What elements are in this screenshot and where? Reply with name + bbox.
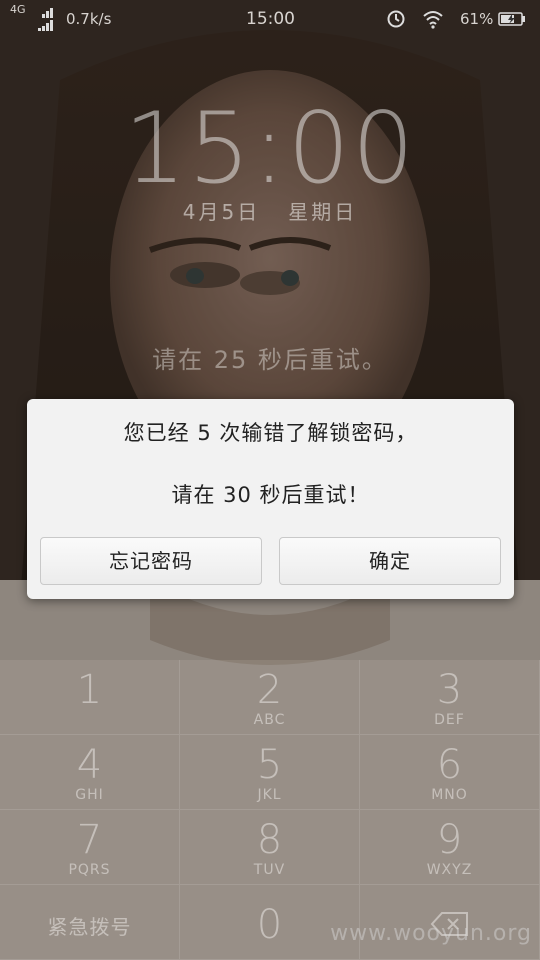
date-text: 4月5日: [182, 200, 261, 224]
dialog-message-line2: 请在 30 秒后重试！: [171, 483, 370, 507]
key-3[interactable]: 3 DEF: [360, 660, 540, 735]
key-9[interactable]: 9 WXYZ: [360, 810, 540, 885]
key-8[interactable]: 8 TUV: [180, 810, 360, 885]
key-1[interactable]: 1: [0, 660, 180, 735]
forgot-password-button[interactable]: 忘记密码: [40, 537, 262, 585]
status-bar: 4G ✆ 0.7k/s 15:00 61%: [0, 0, 540, 38]
network-speed: 0.7k/s: [66, 10, 112, 28]
pin-keypad: 1 2 ABC 3 DEF 4 GHI 5 JKL 6 MNO 7 PQRS 8 TUV 9W…: [0, 660, 540, 960]
lockout-dialog: 您已经 5 次输错了解锁密码， 请在 30 秒后重试！ 忘记密码 确定: [27, 399, 514, 599]
network-type: 4G: [10, 3, 26, 16]
signal-icon: ✆: [38, 8, 53, 31]
key-6[interactable]: 6 MNO: [360, 735, 540, 810]
alarm-icon: [387, 10, 405, 28]
key-2[interactable]: 2 ABC: [180, 660, 360, 735]
dialog-message-line1: 您已经 5 次输错了解锁密码，: [123, 421, 418, 445]
emergency-call-button[interactable]: 紧急拨号: [0, 885, 180, 960]
wifi-icon: [423, 11, 443, 29]
watermark: www.wooyun.org: [330, 921, 532, 946]
weekday-text: 星期日: [288, 200, 358, 224]
status-time: 15:00: [246, 9, 295, 29]
ok-button[interactable]: 确定: [279, 537, 501, 585]
key-7[interactable]: 7 PQRS: [0, 810, 180, 885]
key-5[interactable]: 5 JKL: [180, 735, 360, 810]
key-4[interactable]: 4 GHI: [0, 735, 180, 810]
battery-percent: 61%: [460, 10, 494, 28]
lockscreen-clock: 15:00: [123, 92, 417, 206]
lockscreen-date: 4月5日 星期日: [0, 196, 540, 225]
retry-countdown-text: 请在 25 秒后重试。: [152, 346, 388, 374]
battery-charging-icon: [498, 12, 525, 26]
